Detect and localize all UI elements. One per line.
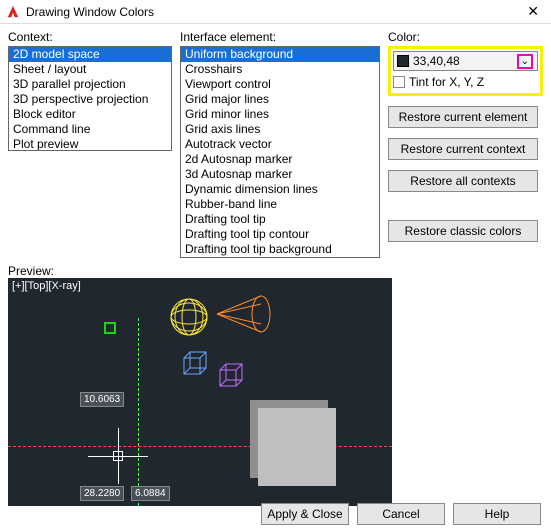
tint-label: Tint for X, Y, Z [409,75,484,89]
interface-item[interactable]: Uniform background [181,47,379,62]
color-swatch-icon [397,55,409,67]
chevron-down-icon[interactable]: ⌄ [517,54,533,69]
wireframe-cone-icon [213,290,273,338]
axis-marker-icon [104,322,116,334]
interface-item[interactable]: Dynamic dimension lines [181,182,379,197]
preview-pane: [+][Top][X-ray] [8,278,392,506]
context-item[interactable]: Block editor [9,107,171,122]
preview-coord-2a: 28.2280 [80,486,124,501]
tint-checkbox[interactable] [393,76,405,88]
dialog-button-bar: Apply & Close Cancel Help [0,503,551,525]
interface-item[interactable]: Drafting tool tip [181,212,379,227]
interface-item[interactable]: Grid minor lines [181,107,379,122]
wireframe-sphere-icon [168,296,210,338]
close-icon[interactable]: ✕ [521,3,545,20]
restore-all-contexts-button[interactable]: Restore all contexts [388,170,538,192]
title-bar: Drawing Window Colors ✕ [0,0,551,24]
context-item[interactable]: Sheet / layout [9,62,171,77]
restore-current-context-button[interactable]: Restore current context [388,138,538,160]
color-highlight-box: 33,40,48 ⌄ Tint for X, Y, Z [388,46,543,96]
cursor-box-icon [113,451,123,461]
interface-item[interactable]: Viewport control [181,77,379,92]
preview-label: Preview: [8,264,543,278]
window-title: Drawing Window Colors [26,5,521,19]
context-item[interactable]: 3D parallel projection [9,77,171,92]
context-item[interactable]: 3D perspective projection [9,92,171,107]
context-item[interactable]: Plot preview [9,137,171,151]
help-button[interactable]: Help [453,503,541,525]
color-value: 33,40,48 [413,54,460,68]
apply-close-button[interactable]: Apply & Close [261,503,349,525]
interface-item[interactable]: Autotrack vector [181,137,379,152]
preview-hud: [+][Top][X-ray] [12,280,81,292]
cancel-button[interactable]: Cancel [357,503,445,525]
interface-item[interactable]: Control vertices hull [181,257,379,258]
interface-item[interactable]: Grid major lines [181,92,379,107]
interface-item[interactable]: 2d Autosnap marker [181,152,379,167]
color-label: Color: [388,30,543,44]
wireframe-shapes-icon [178,348,258,398]
preview-coord-1: 10.6063 [80,392,124,407]
interface-listbox[interactable]: Uniform background Crosshairs Viewport c… [180,46,380,258]
context-item[interactable]: 2D model space [9,47,171,62]
interface-item[interactable]: Drafting tool tip background [181,242,379,257]
context-listbox[interactable]: 2D model space Sheet / layout 3D paralle… [8,46,172,151]
interface-item[interactable]: Crosshairs [181,62,379,77]
context-item[interactable]: Command line [9,122,171,137]
interface-label: Interface element: [180,30,380,44]
context-label: Context: [8,30,172,44]
interface-item[interactable]: Rubber-band line [181,197,379,212]
interface-item[interactable]: Drafting tool tip contour [181,227,379,242]
color-dropdown[interactable]: 33,40,48 ⌄ [393,51,538,71]
app-logo-icon [6,5,20,19]
interface-item[interactable]: Grid axis lines [181,122,379,137]
preview-coord-2b: 6.0884 [131,486,170,501]
solid-cube-icon [258,408,336,486]
interface-item[interactable]: 3d Autosnap marker [181,167,379,182]
restore-current-element-button[interactable]: Restore current element [388,106,538,128]
restore-classic-colors-button[interactable]: Restore classic colors [388,220,538,242]
axis-y-line [138,318,139,506]
